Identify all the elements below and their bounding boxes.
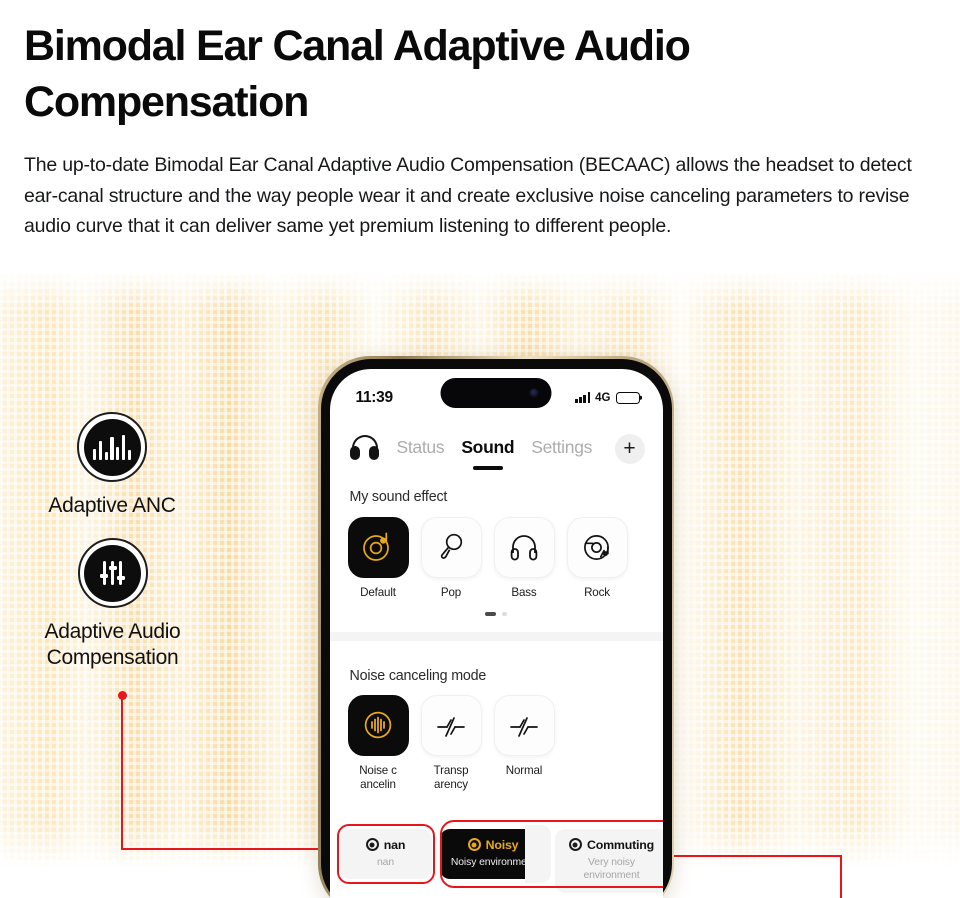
headphones-icon[interactable] [350, 434, 380, 464]
sound-preset-label: Default [360, 585, 396, 599]
tab-status[interactable]: Status [397, 437, 445, 461]
sound-preset-rock[interactable]: Rock [566, 516, 628, 601]
scene-chip-name: Commuting [586, 837, 655, 852]
anc-mode-label: Noise c ancelin [359, 763, 397, 792]
page-dot[interactable] [502, 611, 507, 616]
feature-label: Adaptive ANC [48, 494, 176, 517]
tab-bar: Status Sound Settings [397, 437, 593, 461]
phone-mockup: 11:39 4G Status Sound Settings + My soun… [318, 356, 674, 898]
scene-chip-name: Noisy [485, 837, 519, 852]
scene-chip-overlay-mask [524, 824, 551, 883]
section-divider [329, 631, 663, 641]
add-device-button[interactable]: + [614, 433, 645, 464]
app-nav-bar: Status Sound Settings + [330, 427, 663, 471]
normal-mode-icon [493, 694, 555, 756]
page-title: Bimodal Ear Canal Adaptive Audio Compens… [24, 22, 691, 126]
sound-preset-default[interactable]: Default [347, 516, 409, 601]
scene-chip-row: nan nan Noisy Noisy environment Commutin… [330, 828, 663, 893]
status-bar: 11:39 4G [330, 369, 663, 415]
rock-disc-icon [566, 516, 628, 578]
phone-screen: 11:39 4G Status Sound Settings + My soun… [329, 368, 663, 898]
headphones-icon [493, 516, 555, 578]
noise-cancel-wave-icon [347, 694, 409, 756]
feature-icon-ring [77, 538, 148, 608]
network-type-label: 4G [595, 391, 611, 404]
anc-mode-normal[interactable]: Normal [493, 694, 555, 793]
page-dot-active[interactable] [485, 611, 497, 616]
noise-canceling-section-title: Noise canceling mode [349, 667, 487, 684]
sound-preset-label: Bass [511, 585, 537, 599]
audio-bars-glyph [93, 434, 131, 460]
anc-mode-noise-canceling[interactable]: Noise c ancelin [347, 694, 409, 793]
equalizer-sliders-glyph [100, 561, 126, 585]
tab-settings[interactable]: Settings [531, 437, 592, 461]
audio-bars-icon [83, 418, 141, 476]
phone-bezel: 11:39 4G Status Sound Settings + My soun… [320, 358, 672, 898]
background-fade-top [0, 272, 960, 312]
scene-chip-header: nan [347, 838, 425, 852]
equalizer-sliders-icon [84, 544, 141, 602]
feature-adaptive-audio-compensation: Adaptive Audio Compensation [20, 538, 205, 671]
vinyl-note-icon [347, 516, 409, 578]
scene-radio-icon [568, 838, 582, 851]
sound-preset-label: Rock [584, 585, 610, 599]
battery-icon [615, 391, 640, 404]
sound-effect-list: Default Pop Bass Rock [347, 516, 628, 601]
microphone-icon [420, 516, 482, 578]
annotation-line-right-vertical [840, 855, 843, 898]
feature-adaptive-anc: Adaptive ANC [42, 412, 182, 519]
sound-preset-label: Pop [440, 585, 462, 599]
annotation-line-right-horizontal [668, 855, 842, 858]
scene-chip-nan[interactable]: nan nan [339, 828, 432, 879]
feature-icon-ring [77, 412, 147, 482]
anc-mode-transparency[interactable]: Transp arency [420, 694, 482, 793]
transparency-icon [420, 694, 482, 756]
carousel-page-indicator [330, 611, 663, 616]
sound-effect-section-title: My sound effect [349, 488, 448, 505]
noise-canceling-list: Noise c ancelin Transp arency Normal [347, 694, 555, 793]
scene-chip-sub: nan [376, 856, 395, 868]
scene-radio-icon [365, 838, 379, 851]
feature-label: Adaptive Audio Compensation [44, 620, 181, 669]
sound-preset-bass[interactable]: Bass [493, 516, 555, 601]
anc-mode-label: Transp arency [433, 763, 469, 792]
scene-chip-sub: Very noisy environment [583, 856, 640, 882]
page-description: The up-to-date Bimodal Ear Canal Adaptiv… [24, 154, 912, 237]
status-bar-time: 11:39 [355, 388, 394, 406]
signal-strength-icon [575, 392, 591, 403]
sound-preset-pop[interactable]: Pop [420, 516, 482, 601]
scene-chip-name: nan [383, 837, 406, 852]
tab-sound[interactable]: Sound [461, 437, 514, 461]
scene-radio-icon [467, 838, 481, 851]
anc-mode-label: Normal [505, 763, 543, 777]
scene-chip-header: Commuting [562, 838, 662, 852]
scene-chip-commuting[interactable]: Commuting Very noisy environment [554, 828, 663, 893]
page-root: Bimodal Ear Canal Adaptive Audio Compens… [0, 0, 960, 898]
status-bar-right: 4G [575, 391, 640, 404]
annotation-line-left-vertical [120, 695, 123, 850]
